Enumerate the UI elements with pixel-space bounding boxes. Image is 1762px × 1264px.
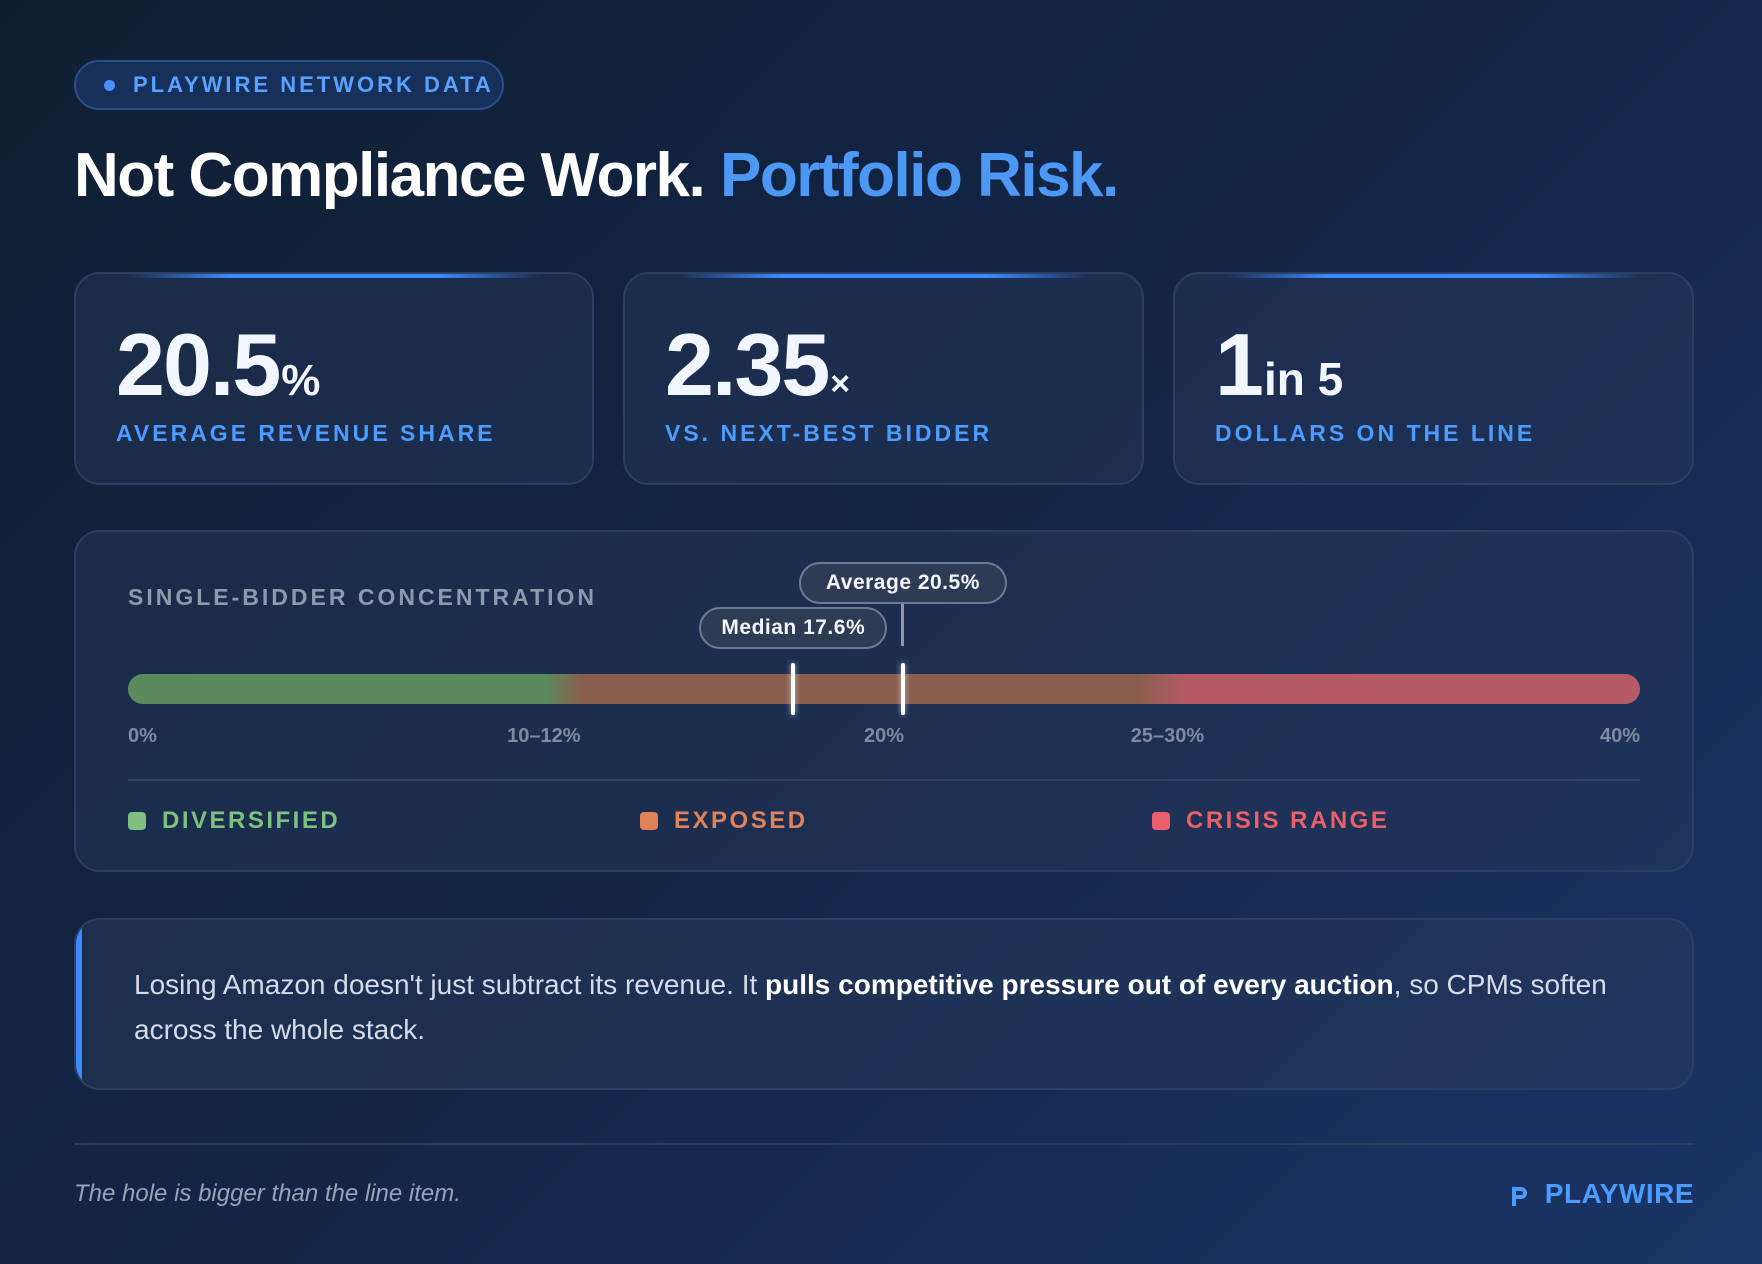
bar-segment-exposed [581, 674, 1187, 704]
legend-swatch-icon [1152, 812, 1170, 830]
headline-accent: Portfolio Risk. [720, 141, 1119, 210]
footer-divider [74, 1143, 1694, 1145]
stat-card-revenue-share: 20.5% AVERAGE REVENUE SHARE [74, 272, 594, 485]
concentration-panel: SINGLE-BIDDER CONCENTRATION Average 20.5… [74, 530, 1694, 872]
median-marker [791, 663, 796, 715]
stat-unit: × [830, 365, 851, 403]
stat-unit: in 5 [1263, 353, 1344, 405]
insight-text-emphasis: pulls competitive pressure out of every … [765, 969, 1394, 1000]
stat-number: 20.5 [116, 315, 281, 414]
stat-label: VS. NEXT-BEST BIDDER [665, 420, 993, 446]
insight-callout: Losing Amazon doesn't just subtract its … [74, 918, 1694, 1090]
stat-card-dollars-on-line: 1in 5 DOLLARS ON THE LINE [1173, 272, 1694, 485]
tick-label-4: 40% [1599, 725, 1640, 747]
stat-number: 1 [1215, 315, 1264, 414]
footer-tagline: The hole is bigger than the line item. [74, 1180, 461, 1207]
legend-label: CRISIS RANGE [1186, 807, 1390, 834]
callout-accent-bar [76, 920, 82, 1088]
stat-value: 1in 5 [1215, 314, 1343, 416]
headline-primary: Not Compliance Work. [74, 141, 706, 210]
tick-label-2: 20% [863, 725, 905, 747]
tick-label-1: 10–12% [507, 725, 581, 747]
concentration-title: SINGLE-BIDDER CONCENTRATION [128, 584, 598, 610]
divider [128, 779, 1640, 781]
badge-dot-icon [104, 79, 115, 91]
legend-crisis-range: CRISIS RANGE [1152, 807, 1389, 835]
brand-name: PLAYWIRE [1544, 1178, 1694, 1209]
legend-label: EXPOSED [674, 807, 808, 834]
playwire-logo: PLAYWIRE [1509, 1178, 1694, 1210]
stat-label: AVERAGE REVENUE SHARE [116, 420, 496, 446]
tick-label-3: 25–30% [1130, 725, 1205, 747]
average-tag: Average 20.5% [798, 562, 1007, 604]
average-marker [900, 663, 905, 715]
badge-label: PLAYWIRE NETWORK DATA [133, 72, 494, 97]
tick-label-0: 0% [128, 725, 157, 747]
legend-label: DIVERSIFIED [162, 807, 341, 834]
bar-segment-diversified [128, 674, 582, 704]
legend-swatch-icon [128, 812, 146, 830]
playwire-p-icon [1511, 1187, 1527, 1206]
bar-segment-crisis [1186, 674, 1640, 704]
stat-label: DOLLARS ON THE LINE [1215, 420, 1536, 446]
legend-exposed: EXPOSED [640, 807, 808, 835]
stat-unit: % [281, 356, 321, 405]
stat-card-next-best-bidder: 2.35× VS. NEXT-BEST BIDDER [623, 272, 1144, 485]
average-connector [901, 604, 905, 646]
median-tag: Median 17.6% [699, 607, 888, 649]
concentration-bar [128, 674, 1640, 704]
insight-text-lead: Losing Amazon doesn't just subtract its … [134, 969, 766, 1000]
insight-text: Losing Amazon doesn't just subtract its … [134, 962, 1634, 1052]
network-data-badge: PLAYWIRE NETWORK DATA [74, 60, 504, 110]
page-title: Not Compliance Work. Portfolio Risk. [74, 140, 1119, 211]
stat-value: 2.35× [665, 314, 850, 416]
legend-diversified: DIVERSIFIED [128, 807, 340, 835]
stat-number: 2.35 [665, 315, 830, 414]
stat-value: 20.5% [116, 314, 320, 416]
legend-swatch-icon [640, 812, 658, 830]
